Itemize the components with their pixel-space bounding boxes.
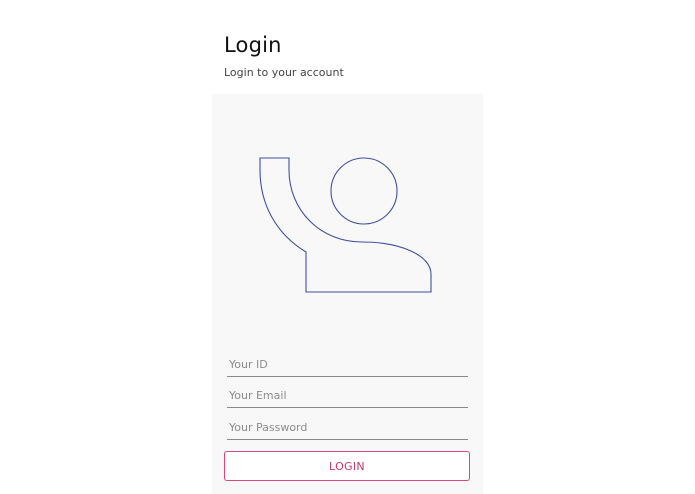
password-field[interactable]: [227, 416, 468, 440]
page-title: Login: [224, 33, 282, 57]
login-card: LOGIN: [212, 94, 483, 494]
login-page: Login Login to your account LOGIN: [0, 0, 695, 494]
user-waving-icon: [259, 157, 432, 293]
login-button[interactable]: LOGIN: [224, 451, 470, 481]
body-arm-outline: [259, 157, 432, 293]
head-outline: [330, 157, 398, 225]
id-field[interactable]: [227, 353, 468, 377]
page-subtitle: Login to your account: [224, 66, 344, 79]
email-field[interactable]: [227, 384, 468, 408]
